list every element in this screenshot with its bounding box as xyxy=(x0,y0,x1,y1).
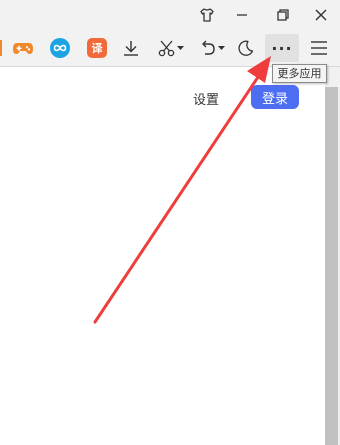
scrollbar-thumb[interactable] xyxy=(325,87,338,445)
translate-icon: 译 xyxy=(87,38,107,58)
more-icon: ··· xyxy=(271,38,293,58)
minimize-button[interactable] xyxy=(230,3,254,27)
page-content xyxy=(0,67,325,445)
translate-button[interactable]: 译 xyxy=(84,34,110,62)
vertical-scrollbar[interactable] xyxy=(325,67,340,445)
download-button[interactable] xyxy=(118,34,144,62)
translate-label: 译 xyxy=(91,42,103,55)
settings-link[interactable]: 设置 xyxy=(193,89,219,108)
close-icon xyxy=(315,9,327,21)
night-mode-button[interactable] xyxy=(233,34,259,62)
more-apps-button[interactable]: ··· xyxy=(265,34,299,62)
dropdown-arrow-icon xyxy=(176,46,184,50)
dropdown-arrow-icon xyxy=(217,46,225,50)
main-menu-button[interactable] xyxy=(306,34,332,62)
undo-button[interactable] xyxy=(194,34,228,62)
gamepad-icon xyxy=(13,43,33,54)
screenshot-button[interactable] xyxy=(153,34,187,62)
login-button[interactable]: 登录 xyxy=(251,85,299,109)
restore-icon xyxy=(277,9,289,21)
title-bar xyxy=(0,0,340,30)
browser-toolbar: 译 ··· xyxy=(0,30,340,67)
minimize-icon xyxy=(237,14,247,16)
moon-icon xyxy=(238,40,254,56)
close-button[interactable] xyxy=(309,3,333,27)
more-apps-tooltip: 更多应用 xyxy=(272,64,327,83)
undo-icon xyxy=(201,40,215,55)
infinity-icon xyxy=(50,38,70,58)
download-icon xyxy=(124,41,138,56)
infinity-app-button[interactable] xyxy=(47,34,73,62)
restore-button[interactable] xyxy=(271,3,295,27)
toolbar-edge xyxy=(0,40,2,56)
skin-button[interactable] xyxy=(195,3,219,27)
game-button[interactable] xyxy=(10,34,36,62)
menu-icon xyxy=(311,41,327,55)
shirt-icon xyxy=(200,8,214,22)
scissors-icon xyxy=(158,40,174,57)
